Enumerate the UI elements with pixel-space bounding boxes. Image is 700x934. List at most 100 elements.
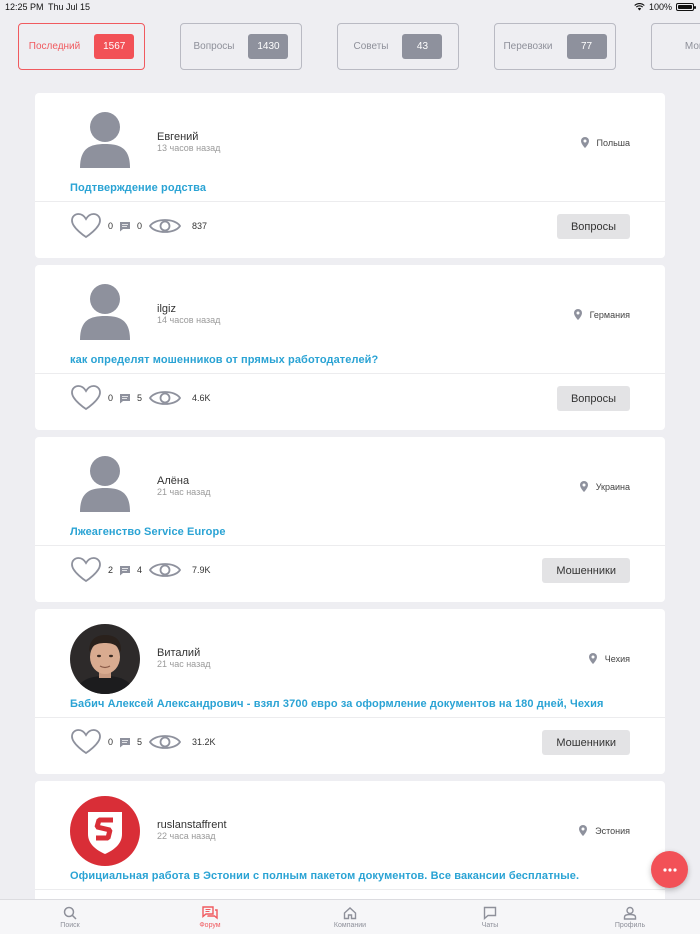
tab-advice[interactable]: Советы 43	[337, 23, 459, 70]
nav-forum[interactable]: Форум	[140, 900, 280, 934]
comment-icon	[120, 221, 131, 231]
location-label: Эстония	[595, 825, 630, 836]
post-time: 14 часов назад	[157, 315, 221, 325]
battery-icon	[676, 3, 696, 11]
comments-count: 5	[137, 393, 143, 403]
company-logo-s[interactable]	[70, 796, 140, 866]
status-indicators: 100%	[634, 2, 696, 12]
post-card[interactable]: Виталий 21 час назад Чехия Бабич Алексей…	[35, 609, 665, 774]
category-badge[interactable]: Мошенники	[542, 558, 630, 583]
wifi-icon	[634, 3, 645, 11]
forum-icon	[202, 905, 218, 919]
post-location: Украина	[579, 481, 630, 492]
profile-icon	[623, 906, 637, 920]
nav-profile[interactable]: Профиль	[560, 900, 700, 934]
post-author[interactable]: ruslanstaffrent	[157, 819, 227, 831]
post-time: 21 час назад	[157, 487, 211, 497]
likes-count: 2	[108, 565, 114, 575]
nav-label: Поиск	[60, 921, 80, 929]
comments-count: 0	[137, 221, 143, 231]
post-title[interactable]: Подтверждение родства	[70, 182, 645, 194]
nav-chats[interactable]: Чаты	[420, 900, 560, 934]
heart-icon[interactable]	[70, 728, 102, 756]
category-tabs: Последний 1567 Вопросы 1430 Советы 43 Пе…	[18, 23, 700, 71]
post-location: Чехия	[588, 653, 630, 664]
likes-count: 0	[108, 393, 114, 403]
comment-icon	[120, 737, 131, 747]
location-pin-icon	[579, 825, 588, 836]
location-pin-icon	[579, 481, 588, 492]
likes-count: 0	[108, 221, 114, 231]
placeholder-person-icon[interactable]	[70, 280, 140, 350]
heart-icon[interactable]	[70, 384, 102, 412]
category-badge[interactable]: Вопросы	[556, 214, 630, 239]
post-card[interactable]: Евгений 13 часов назад Польша Подтвержде…	[35, 93, 665, 258]
post-author[interactable]: Виталий	[157, 647, 200, 659]
tab-count: 43	[402, 34, 443, 59]
tab-count: 1430	[248, 34, 289, 59]
tab-label: Перевозки	[503, 41, 553, 52]
divider	[35, 717, 665, 718]
nav-companies[interactable]: Компании	[280, 900, 420, 934]
more-actions-button[interactable]	[651, 851, 688, 888]
eye-icon	[148, 391, 182, 405]
post-title[interactable]: Официальная работа в Эстонии с полным па…	[70, 870, 645, 882]
post-title[interactable]: Бабич Алексей Александрович - взял 3700 …	[70, 698, 645, 710]
post-feed: Евгений 13 часов назад Польша Подтвержде…	[35, 93, 665, 934]
post-title[interactable]: Лжеагенство Service Europe	[70, 526, 645, 538]
post-location: Германия	[573, 309, 630, 320]
views-count: 31.2K	[192, 737, 216, 747]
comments-count: 5	[137, 737, 143, 747]
post-author[interactable]: Евгений	[157, 131, 198, 143]
post-author[interactable]: Алёна	[157, 475, 189, 487]
tab-label: Последний	[28, 41, 81, 52]
post-card[interactable]: Алёна 21 час назад Украина Лжеагенство S…	[35, 437, 665, 602]
status-date: Thu Jul 15	[48, 2, 91, 12]
nav-label: Форум	[199, 921, 221, 929]
divider	[35, 201, 665, 202]
location-label: Чехия	[604, 653, 630, 664]
post-time: 21 час назад	[157, 659, 211, 669]
nav-label: Чаты	[481, 921, 499, 929]
tab-questions[interactable]: Вопросы 1430	[180, 23, 302, 70]
post-time: 22 часа назад	[157, 831, 216, 841]
location-pin-icon	[573, 309, 582, 320]
nav-label: Профиль	[614, 921, 646, 929]
bottom-nav: Поиск Форум Компании Чаты Профиль	[0, 899, 700, 934]
tab-scammers[interactable]: Мошенники	[651, 23, 700, 70]
eye-icon	[148, 219, 182, 233]
post-stats: 2 4 7.9K	[70, 555, 211, 585]
post-title[interactable]: как определят мошенников от прямых работ…	[70, 354, 645, 366]
home-icon	[343, 906, 357, 919]
nav-search[interactable]: Поиск	[0, 900, 140, 934]
heart-icon[interactable]	[70, 212, 102, 240]
post-time: 13 часов назад	[157, 143, 221, 153]
comment-icon	[120, 393, 131, 403]
category-badge[interactable]: Мошенники	[542, 730, 630, 755]
heart-icon[interactable]	[70, 556, 102, 584]
divider	[35, 889, 665, 890]
category-badge[interactable]: Вопросы	[556, 386, 630, 411]
views-count: 7.9K	[192, 565, 211, 575]
comment-icon	[120, 565, 131, 575]
location-label: Польша	[596, 137, 630, 148]
tab-transport[interactable]: Перевозки 77	[494, 23, 616, 70]
placeholder-person-icon[interactable]	[70, 452, 140, 522]
more-dots-icon	[662, 867, 677, 872]
post-stats: 0 0 837	[70, 211, 207, 241]
divider	[35, 373, 665, 374]
views-count: 4.6K	[192, 393, 211, 403]
status-time: 12:25 PM	[5, 2, 44, 12]
post-card[interactable]: ilgiz 14 часов назад Германия как опреде…	[35, 265, 665, 430]
tab-label: Советы	[353, 41, 389, 52]
tab-latest[interactable]: Последний 1567	[18, 23, 145, 70]
user-photo[interactable]	[70, 624, 140, 694]
placeholder-person-icon[interactable]	[70, 108, 140, 178]
tab-label: Мошенники	[684, 41, 700, 52]
tab-count: 1567	[94, 34, 135, 59]
divider	[35, 545, 665, 546]
post-location: Польша	[580, 137, 630, 148]
eye-icon	[148, 735, 182, 749]
post-author[interactable]: ilgiz	[157, 303, 176, 315]
eye-icon	[148, 563, 182, 577]
